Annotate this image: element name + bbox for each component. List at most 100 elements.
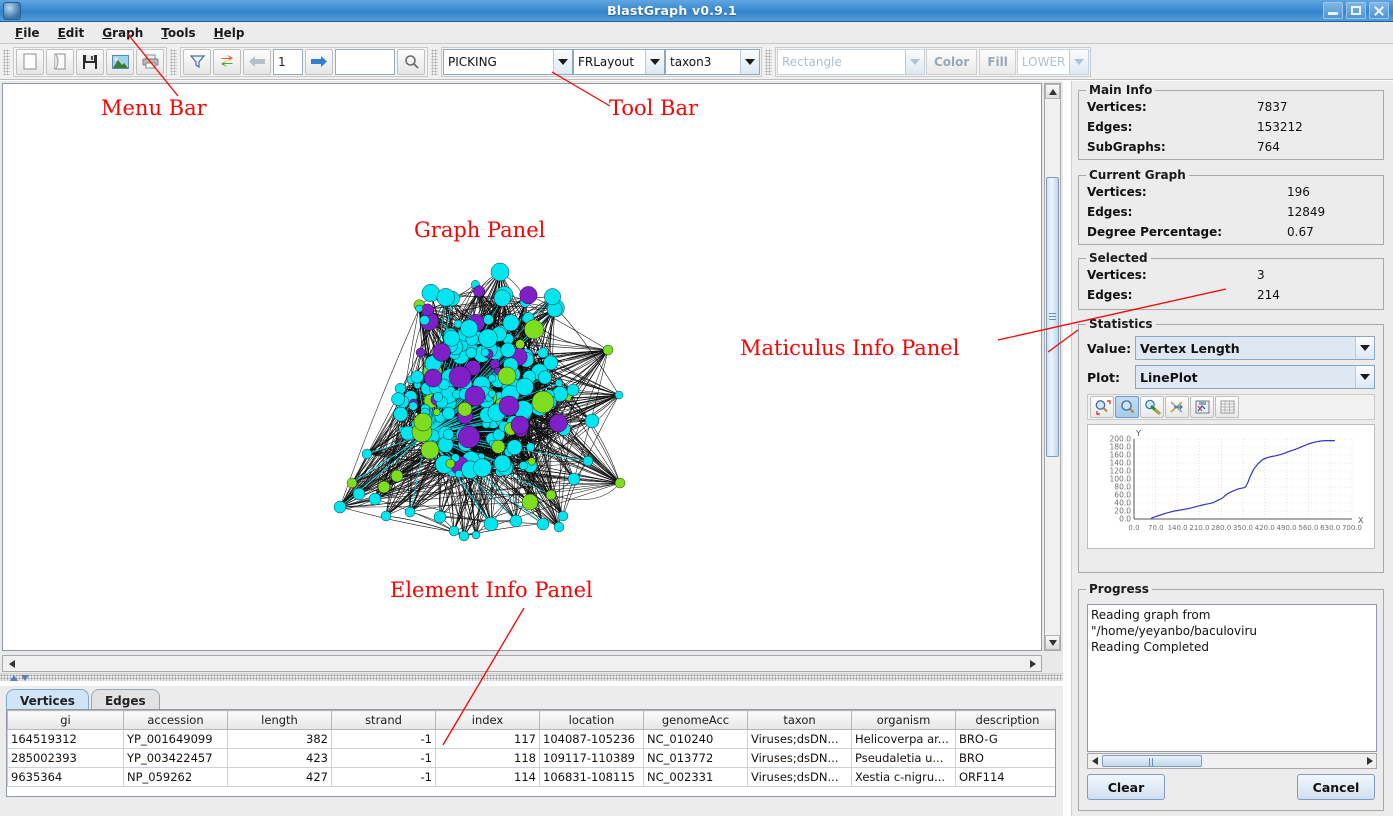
tab-edges[interactable]: Edges [90, 689, 160, 709]
graph-node[interactable] [519, 286, 538, 305]
progress-scroll-thumb[interactable] [1102, 755, 1202, 767]
graph-node[interactable] [566, 383, 580, 397]
element-table-container[interactable]: gi accession length strand index location geno… [6, 709, 1056, 797]
graph-node[interactable] [557, 510, 569, 522]
graph-node[interactable] [614, 390, 624, 400]
scroll-right-icon[interactable] [1026, 657, 1039, 670]
scroll-left-icon[interactable] [1088, 754, 1101, 768]
graph-node[interactable] [582, 455, 594, 467]
graph-node[interactable] [433, 510, 447, 524]
graph-node[interactable] [458, 530, 470, 542]
graph-node[interactable] [487, 389, 496, 398]
previous-icon[interactable] [243, 48, 271, 75]
graph-node[interactable] [460, 319, 479, 338]
graph-node[interactable] [415, 347, 426, 358]
graph-node[interactable] [471, 530, 481, 540]
chevron-down-icon[interactable] [1355, 337, 1374, 359]
graph-node[interactable] [527, 457, 536, 466]
toolbar-grip-4[interactable] [765, 48, 772, 75]
graph-node[interactable] [602, 344, 614, 356]
chevron-down-icon[interactable] [1355, 366, 1374, 388]
statistics-plot[interactable]: 0.0 70.0 140.0 210.0 280.0 350.0 420.0 490.0 560… [1087, 424, 1375, 549]
graph-node[interactable] [464, 385, 486, 407]
chevron-down-icon[interactable] [645, 49, 664, 74]
table-column-header[interactable]: accession [123, 710, 228, 730]
menu-item-edit[interactable]: Edit [49, 24, 94, 42]
graph-node[interactable] [394, 383, 406, 395]
zoom-in-icon[interactable] [1115, 396, 1139, 418]
save-plot-icon[interactable] [1190, 396, 1214, 418]
graph-node[interactable] [519, 461, 528, 470]
menu-item-graph[interactable]: Graph [93, 24, 152, 42]
chevron-down-icon[interactable] [905, 49, 924, 74]
table-row[interactable]: 9635364 NP_059262 427 -1 114 106831-108115 NC_… [7, 767, 1055, 787]
toolbar-grip-1[interactable] [3, 48, 10, 75]
table-column-header[interactable]: organism [851, 710, 956, 730]
fit-icon[interactable] [1165, 396, 1189, 418]
graph-node[interactable] [472, 458, 492, 478]
graph-node[interactable] [490, 262, 510, 282]
graph-node[interactable] [390, 469, 404, 483]
graph-node[interactable] [404, 506, 416, 518]
scroll-right-icon[interactable] [1363, 754, 1376, 768]
table-row[interactable]: 285002393 YP_003422457 423 -1 118 109117-1103… [7, 748, 1055, 768]
graph-node[interactable] [483, 516, 499, 532]
save-icon[interactable] [76, 48, 104, 75]
graph-node[interactable] [614, 477, 626, 489]
close-icon[interactable] [1369, 2, 1389, 19]
graph-node[interactable] [423, 368, 443, 388]
graph-horizontal-scrollbar[interactable] [2, 655, 1042, 672]
scroll-left-icon[interactable] [5, 657, 18, 670]
graph-node[interactable] [493, 289, 511, 307]
scroll-up-icon[interactable] [1045, 84, 1060, 99]
graph-node[interactable] [549, 413, 568, 433]
progress-horizontal-scrollbar[interactable] [1087, 753, 1377, 769]
mode-combo[interactable]: PICKING [443, 48, 573, 75]
graph-node[interactable] [433, 408, 441, 416]
graph-node[interactable] [494, 454, 512, 472]
graph-node[interactable] [553, 521, 565, 533]
scroll-thumb[interactable] [1046, 177, 1059, 457]
table-column-header[interactable]: location [539, 710, 644, 730]
value-combo[interactable]: Vertex Length [1135, 336, 1375, 360]
graph-node[interactable] [509, 514, 523, 528]
graph-node[interactable] [433, 392, 443, 402]
graph-node[interactable] [436, 288, 455, 307]
table-column-header[interactable]: gi [7, 710, 124, 730]
graph-node[interactable] [526, 442, 536, 452]
shape-combo[interactable]: Rectangle [777, 48, 925, 75]
graph-node[interactable] [488, 374, 497, 383]
next-icon[interactable] [305, 48, 333, 75]
graph-node[interactable] [448, 365, 472, 389]
clear-button[interactable]: Clear [1087, 774, 1165, 800]
case-combo[interactable]: LOWER [1016, 48, 1089, 75]
graph-node[interactable] [420, 440, 440, 460]
graph-node[interactable] [442, 406, 456, 420]
graph-node[interactable] [410, 370, 424, 384]
tab-vertices[interactable]: Vertices [6, 689, 89, 709]
graph-node[interactable] [377, 480, 391, 494]
minimize-icon[interactable] [1323, 2, 1343, 19]
table-column-header[interactable]: genomeAcc [643, 710, 748, 730]
graph-node[interactable] [515, 377, 534, 396]
toolbar-grip-3[interactable] [431, 48, 438, 75]
taxon-combo[interactable]: taxon3 [665, 48, 760, 75]
graph-visualization[interactable] [3, 84, 1042, 651]
chevron-down-icon[interactable] [553, 49, 572, 74]
table-column-header[interactable]: description [955, 710, 1055, 730]
menu-item-file[interactable]: File [6, 24, 49, 42]
graph-node[interactable] [368, 492, 382, 506]
graph-node[interactable] [498, 395, 520, 417]
table-column-header[interactable]: index [435, 710, 540, 730]
graph-node[interactable] [555, 379, 563, 387]
maximize-icon[interactable] [1346, 2, 1366, 19]
graph-node[interactable] [454, 469, 464, 479]
chevron-down-icon[interactable] [740, 49, 759, 74]
graph-node[interactable] [567, 472, 581, 486]
graph-node[interactable] [393, 406, 409, 422]
graph-node[interactable] [537, 347, 549, 359]
graph-node[interactable] [413, 412, 433, 432]
scroll-down-icon[interactable] [1045, 635, 1060, 650]
open-icon[interactable] [46, 48, 74, 75]
graph-node[interactable] [352, 487, 366, 501]
